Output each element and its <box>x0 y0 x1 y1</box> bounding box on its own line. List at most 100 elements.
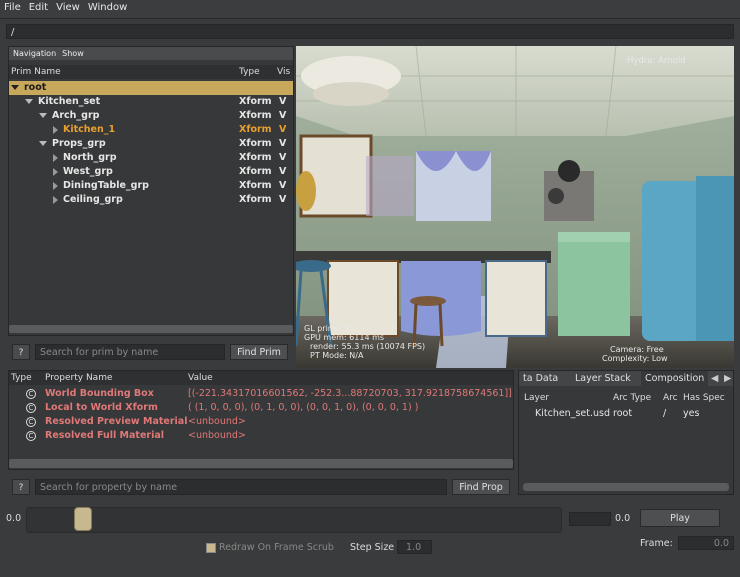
tab-scroll-left-icon[interactable]: ◀ <box>711 371 718 386</box>
tab-scroll-right-icon[interactable]: ▶ <box>724 371 731 386</box>
layer-name: Kitchen_set.usd <box>535 408 610 419</box>
expand-arrow-right-icon[interactable] <box>53 167 58 176</box>
timeline-end-value: 0.0 <box>615 513 631 524</box>
expand-arrow-right-icon[interactable] <box>53 181 58 190</box>
property-row[interactable]: C Resolved Preview Material <unbound> <box>9 415 513 429</box>
menu-edit[interactable]: Edit <box>25 0 52 15</box>
redraw-label: Redraw On Frame Scrub <box>219 542 334 553</box>
prim-name: DiningTable_grp <box>53 179 149 193</box>
tab-navigation[interactable]: Navigation <box>13 49 56 58</box>
prim-search-bar: ? Search for prim by name Find Prim <box>8 344 294 362</box>
expand-arrow-right-icon[interactable] <box>53 153 58 162</box>
prim-tree-header: Prim Name Type Vis <box>9 65 293 79</box>
property-search-input[interactable]: Search for property by name <box>35 479 447 495</box>
property-row[interactable]: C World Bounding Box [(-221.34317016601562… <box>9 387 513 401</box>
expand-arrow-right-icon[interactable] <box>53 195 58 204</box>
prim-visibility[interactable]: V <box>279 123 286 137</box>
find-prop-button[interactable]: Find Prop <box>452 479 510 495</box>
prim-search-help-button[interactable]: ? <box>12 344 30 360</box>
property-value: <unbound> <box>188 416 246 427</box>
property-value: <unbound> <box>188 430 246 441</box>
find-prim-button[interactable]: Find Prim <box>230 344 288 360</box>
prim-name: Props_grp <box>39 137 106 151</box>
property-horizontal-scrollbar[interactable] <box>9 459 513 468</box>
col-prim-name[interactable]: Prim Name <box>11 65 61 79</box>
prim-visibility[interactable]: V <box>279 109 286 123</box>
prim-name-label: Props_grp <box>52 138 106 149</box>
col-type[interactable]: Type <box>239 65 260 79</box>
prim-path-field[interactable]: / <box>6 24 734 39</box>
frame-field[interactable]: 0.0 <box>678 536 734 550</box>
hud-stat-prims: GL prims: 20 <box>304 324 356 333</box>
col-vis[interactable]: Vis <box>277 65 290 79</box>
property-value: [(-221.34317016601562, -252.3...88720703… <box>188 388 512 399</box>
property-name: Resolved Full Material <box>45 430 164 441</box>
prim-tree-row[interactable]: Arch_grp Xform V <box>9 109 293 123</box>
prim-tree-row[interactable]: Kitchen_1 Xform V <box>9 123 293 137</box>
menu-view[interactable]: View <box>52 0 84 15</box>
property-name: Local to World Xform <box>45 402 158 413</box>
tab-layer-stack[interactable]: Layer Stack <box>575 371 631 386</box>
composition-tab-bar: ta Data Layer Stack Composition ◀ ▶ <box>519 371 733 386</box>
prim-visibility[interactable]: V <box>279 165 286 179</box>
hud-camera: Camera: Free <box>610 345 664 354</box>
composition-table-header: Layer Arc Type Arc Has Spec <box>519 391 733 405</box>
frame-slider-handle[interactable] <box>74 507 92 531</box>
col-arc[interactable]: Arc <box>663 391 678 405</box>
has-spec: yes <box>683 408 700 419</box>
prim-search-input[interactable]: Search for prim by name <box>35 344 225 360</box>
col-prop-type[interactable]: Type <box>11 371 32 385</box>
prim-type: Xform <box>239 124 272 135</box>
expand-arrow-down-icon[interactable] <box>25 99 33 104</box>
col-layer[interactable]: Layer <box>524 391 549 405</box>
timeline-end-field[interactable] <box>569 512 611 526</box>
prim-name: West_grp <box>53 165 113 179</box>
col-prop-name[interactable]: Property Name <box>45 371 113 385</box>
prim-tree-row[interactable]: Kitchen_set Xform V <box>9 95 293 109</box>
prim-name-label: Kitchen_set <box>38 96 101 107</box>
property-name: Resolved Preview Material <box>45 416 188 427</box>
tab-composition[interactable]: Composition <box>641 371 709 386</box>
prim-tree-row[interactable]: DiningTable_grp Xform V <box>9 179 293 193</box>
tab-meta-data[interactable]: ta Data <box>523 371 558 386</box>
prim-visibility[interactable]: V <box>279 137 286 151</box>
col-prop-value[interactable]: Value <box>188 371 213 385</box>
prim-name: Arch_grp <box>39 109 99 123</box>
arc-path: / <box>663 408 667 419</box>
composition-horizontal-scrollbar[interactable] <box>523 483 729 491</box>
tab-show[interactable]: Show <box>62 49 84 58</box>
col-has-spec[interactable]: Has Spec <box>683 391 725 405</box>
prim-tree-row[interactable]: Ceiling_grp Xform V <box>9 193 293 207</box>
prim-visibility[interactable]: V <box>279 193 286 207</box>
prim-visibility[interactable]: V <box>279 151 286 165</box>
expand-arrow-down-icon[interactable] <box>39 113 47 118</box>
frame-slider[interactable] <box>26 507 562 533</box>
tree-horizontal-scrollbar[interactable] <box>9 325 293 333</box>
redraw-checkbox[interactable] <box>206 543 216 553</box>
property-search-help-button[interactable]: ? <box>12 479 30 495</box>
stage-viewport[interactable]: Hydra: Arnold GL prims: 20 GPU mem: 6114… <box>296 46 734 368</box>
prim-tree-row[interactable]: North_grp Xform V <box>9 151 293 165</box>
expand-arrow-right-icon[interactable] <box>53 125 58 134</box>
composition-panel: ta Data Layer Stack Composition ◀ ▶ Laye… <box>518 370 734 495</box>
property-row[interactable]: C Resolved Full Material <unbound> <box>9 429 513 443</box>
expand-arrow-down-icon[interactable] <box>11 85 19 90</box>
expand-arrow-down-icon[interactable] <box>39 141 47 146</box>
prim-tree-row[interactable]: root <box>9 81 293 95</box>
menu-file[interactable]: File <box>0 0 25 15</box>
hud-stat-mode: PT Mode: N/A <box>310 351 364 360</box>
play-button[interactable]: Play <box>640 509 720 527</box>
prim-name: North_grp <box>53 151 117 165</box>
property-row[interactable]: C Local to World Xform ( (1, 0, 0, 0), (0,… <box>9 401 513 415</box>
prim-tree-row[interactable]: West_grp Xform V <box>9 165 293 179</box>
step-size-field[interactable]: 1.0 <box>397 540 432 554</box>
prim-type: Xform <box>239 138 272 149</box>
composition-row[interactable]: Kitchen_set.usd root / yes <box>519 407 733 421</box>
menu-window[interactable]: Window <box>84 0 131 15</box>
prim-name-label: Ceiling_grp <box>63 194 123 205</box>
prim-visibility[interactable]: V <box>279 179 286 193</box>
prim-visibility[interactable]: V <box>279 95 286 109</box>
prim-tree-row[interactable]: Props_grp Xform V <box>9 137 293 151</box>
col-arc-type[interactable]: Arc Type <box>613 391 651 405</box>
prim-name: Kitchen_1 <box>53 123 115 137</box>
